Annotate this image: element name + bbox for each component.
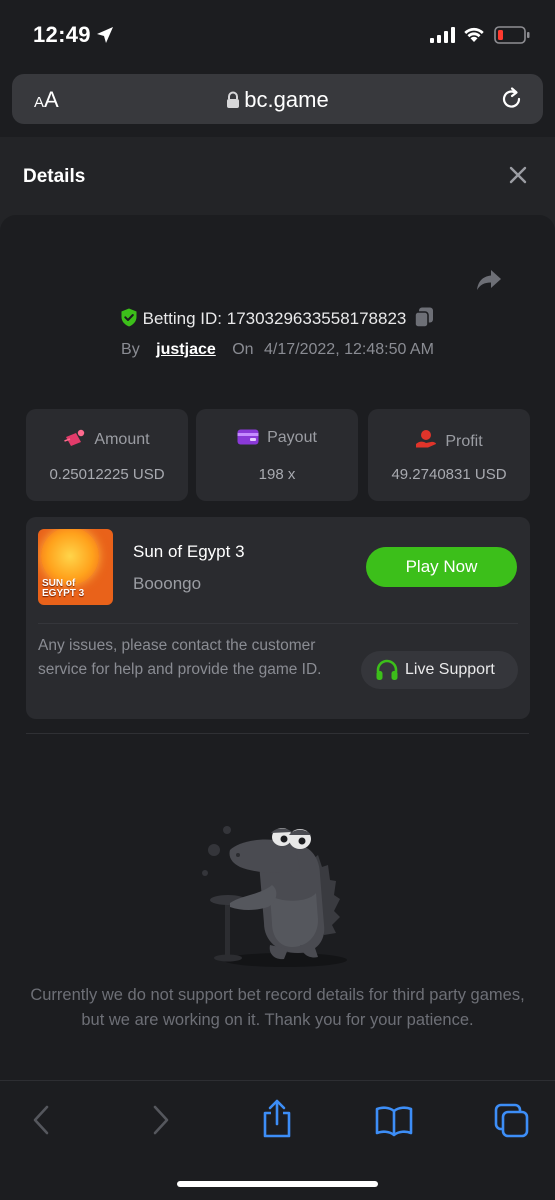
browser-url-bar-container: AA bc.game (0, 66, 555, 137)
location-arrow-icon (97, 27, 113, 43)
modal-body: Betting ID: 1730329633558178823 By justj… (0, 215, 555, 1080)
tabs-icon[interactable] (494, 1103, 530, 1139)
cellular-signal-icon (430, 27, 455, 43)
back-chevron-icon[interactable] (30, 1103, 52, 1137)
forward-chevron-icon[interactable] (150, 1103, 172, 1137)
browser-url-bar[interactable]: AA bc.game (12, 74, 543, 124)
modal-title: Details (23, 166, 86, 187)
crocodile-mascot-illustration (202, 826, 347, 967)
share-icon[interactable] (476, 269, 502, 291)
copy-icon[interactable] (414, 307, 434, 328)
divider (38, 623, 518, 624)
game-name: Sun of Egypt 3 (133, 542, 245, 561)
payout-wallet-icon (237, 429, 259, 445)
amount-icon (64, 429, 85, 446)
profit-hand-coin-icon (416, 430, 437, 448)
divider (26, 733, 529, 734)
lock-icon (227, 91, 240, 108)
thumb-title-line2: EGYPT 3 (42, 588, 85, 599)
game-card: SUN of EGYPT 3 Sun of Egypt 3 Booongo Pl… (26, 517, 530, 719)
username-link[interactable]: justjace (156, 341, 216, 358)
unsupported-notice: Currently we do not support bet record d… (30, 986, 525, 1029)
betting-id: 1730329633558178823 (226, 309, 407, 328)
battery-low-icon (494, 26, 530, 44)
live-support-button[interactable]: Live Support (361, 651, 518, 689)
game-thumbnail[interactable]: SUN of EGYPT 3 (38, 529, 113, 605)
by-label: By (121, 341, 140, 358)
stat-amount: Amount 0.25012225 USD (26, 409, 188, 501)
game-provider: Booongo (133, 574, 202, 593)
live-support-label: Live Support (405, 661, 495, 678)
bet-meta-row: By justjace On 4/17/2022, 12:48:50 AM (0, 341, 555, 359)
share-sheet-icon[interactable] (261, 1099, 293, 1139)
payout-value: 198 x (258, 466, 296, 483)
sun-graphic (41, 529, 99, 585)
url-display[interactable]: bc.game (12, 87, 543, 113)
amount-value: 0.25012225 USD (49, 466, 165, 483)
home-indicator[interactable] (177, 1181, 378, 1187)
payout-label: Payout (267, 429, 317, 446)
on-label: On (232, 341, 254, 358)
verified-shield-icon (121, 308, 137, 327)
profit-value: 49.2740831 USD (391, 466, 507, 483)
stat-payout: Payout 198 x (196, 409, 358, 501)
reload-icon[interactable] (499, 86, 525, 112)
betting-id-label: Betting ID: (142, 309, 222, 328)
betting-id-row: Betting ID: 1730329633558178823 (0, 307, 555, 329)
url-domain: bc.game (244, 87, 329, 112)
status-time: 12:49 (33, 22, 91, 47)
profit-label: Profit (445, 433, 483, 450)
status-bar: 12:49 (0, 0, 555, 66)
support-message: Any issues, please contact the customer … (38, 637, 322, 678)
amount-label: Amount (94, 431, 150, 448)
play-now-button[interactable]: Play Now (366, 547, 517, 587)
bet-date: 4/17/2022, 12:48:50 AM (264, 341, 434, 358)
details-modal: Details Betting ID: 1730329633558178823 … (0, 137, 555, 1080)
headset-icon (376, 659, 398, 680)
stat-profit: Profit 49.2740831 USD (368, 409, 530, 501)
bookmarks-book-icon[interactable] (375, 1105, 413, 1137)
wifi-icon (464, 27, 484, 42)
close-icon[interactable] (509, 166, 527, 184)
